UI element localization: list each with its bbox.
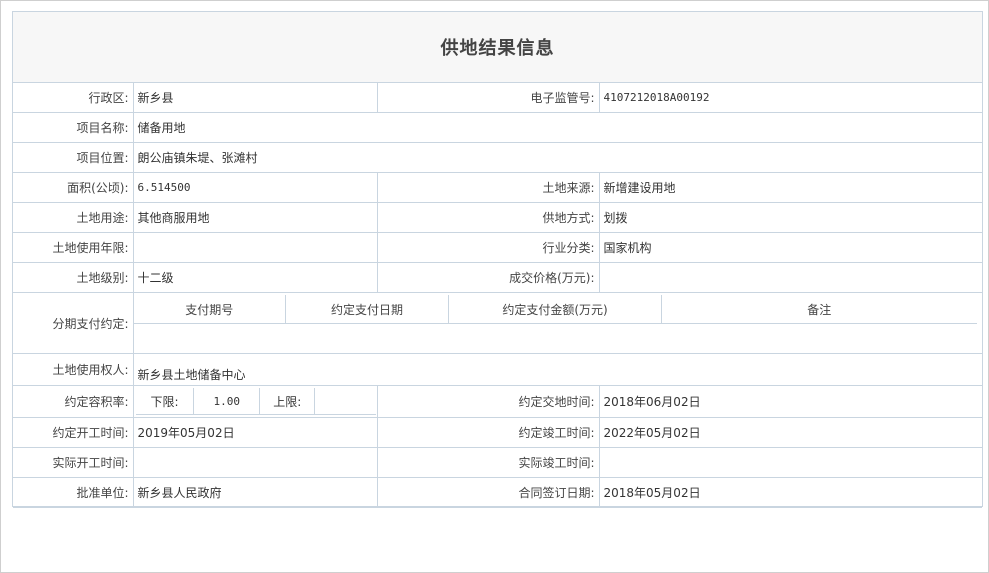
approval-unit-label: 批准单位:: [13, 477, 134, 508]
plot-ratio-cell: 下限: 1.00 上限:: [132, 385, 378, 418]
row-actual-start: 实际开工时间: 实际竣工时间:: [13, 447, 982, 478]
row-installment: 分期支付约定: 支付期号 约定支付日期 约定支付金额(万元) 备注: [13, 292, 982, 354]
plot-ratio-upper-label: 上限:: [259, 388, 316, 415]
area-label: 面积(公顷):: [13, 172, 134, 203]
installment-cell: 支付期号 约定支付日期 约定支付金额(万元) 备注: [132, 292, 982, 354]
row-plot-ratio: 约定容积率: 下限: 1.00 上限: 约定交地时间: 2018年06月02日: [13, 385, 982, 418]
project-name-label: 项目名称:: [13, 112, 134, 143]
row-area: 面积(公顷): 6.514500 土地来源: 新增建设用地: [13, 172, 982, 203]
planned-complete-value: 2022年05月02日: [598, 417, 982, 448]
page-frame: 供地结果信息 行政区: 新乡县 电子监管号: 4107212018A00192 …: [0, 0, 989, 573]
installment-header-period: 支付期号: [134, 295, 286, 324]
project-location-value: 朗公庙镇朱堤、张滩村: [132, 142, 982, 173]
handover-time-label: 约定交地时间:: [376, 385, 600, 418]
row-admin-region: 行政区: 新乡县 电子监管号: 4107212018A00192: [13, 83, 982, 113]
supply-result-panel: 供地结果信息 行政区: 新乡县 电子监管号: 4107212018A00192 …: [12, 11, 983, 508]
actual-complete-value: [598, 447, 982, 478]
title-bar: 供地结果信息: [13, 12, 982, 83]
planned-start-value: 2019年05月02日: [132, 417, 378, 448]
planned-complete-label: 约定竣工时间:: [376, 417, 600, 448]
row-approval-unit: 批准单位: 新乡县人民政府 合同签订日期: 2018年05月02日: [13, 477, 982, 508]
deal-price-value: [598, 262, 982, 293]
land-user-label: 土地使用权人:: [13, 353, 134, 386]
land-source-value: 新增建设用地: [598, 172, 982, 203]
row-use-term: 土地使用年限: 行业分类: 国家机构: [13, 232, 982, 263]
installment-label: 分期支付约定:: [13, 292, 134, 354]
project-name-value: 储备用地: [132, 112, 982, 143]
use-term-value: [132, 232, 378, 263]
land-grade-label: 土地级别:: [13, 262, 134, 293]
supervision-no-label: 电子监管号:: [376, 83, 600, 113]
actual-complete-label: 实际竣工时间:: [376, 447, 600, 478]
land-use-label: 土地用途:: [13, 202, 134, 233]
installment-header-note: 备注: [661, 295, 977, 324]
installment-header-amount: 约定支付金额(万元): [448, 295, 662, 324]
area-value: 6.514500: [132, 172, 378, 203]
handover-time-value: 2018年06月02日: [598, 385, 982, 418]
land-use-value: 其他商服用地: [132, 202, 378, 233]
industry-value: 国家机构: [598, 232, 982, 263]
industry-label: 行业分类:: [376, 232, 600, 263]
row-land-user: 土地使用权人: 新乡县土地储备中心: [13, 353, 982, 386]
use-term-label: 土地使用年限:: [13, 232, 134, 263]
plot-ratio-lower-value: 1.00: [193, 388, 261, 415]
land-user-value: 新乡县土地储备中心: [132, 353, 982, 386]
supply-method-label: 供地方式:: [376, 202, 600, 233]
actual-start-label: 实际开工时间:: [13, 447, 134, 478]
row-land-grade: 土地级别: 十二级 成交价格(万元):: [13, 262, 982, 293]
plot-ratio-table: 下限: 1.00 上限:: [135, 388, 376, 415]
deal-price-label: 成交价格(万元):: [376, 262, 600, 293]
admin-region-label: 行政区:: [13, 83, 134, 113]
admin-region-value: 新乡县: [132, 83, 378, 113]
plot-ratio-label: 约定容积率:: [13, 385, 134, 418]
actual-start-value: [132, 447, 378, 478]
planned-start-label: 约定开工时间:: [13, 417, 134, 448]
land-source-label: 土地来源:: [376, 172, 600, 203]
contract-date-value: 2018年05月02日: [598, 477, 982, 508]
project-location-label: 项目位置:: [13, 142, 134, 173]
info-table: 行政区: 新乡县 电子监管号: 4107212018A00192 项目名称: 储…: [13, 83, 982, 508]
row-project-name: 项目名称: 储备用地: [13, 112, 982, 143]
installment-header-date: 约定支付日期: [285, 295, 449, 324]
row-land-use: 土地用途: 其他商服用地 供地方式: 划拨: [13, 202, 982, 233]
row-project-location: 项目位置: 朗公庙镇朱堤、张滩村: [13, 142, 982, 173]
contract-date-label: 合同签订日期:: [376, 477, 600, 508]
installment-table: 支付期号 约定支付日期 约定支付金额(万元) 备注: [134, 295, 977, 324]
row-planned-start: 约定开工时间: 2019年05月02日 约定竣工时间: 2022年05月02日: [13, 417, 982, 448]
plot-ratio-lower-label: 下限:: [135, 388, 195, 415]
approval-unit-value: 新乡县人民政府: [132, 477, 378, 508]
land-grade-value: 十二级: [132, 262, 378, 293]
page-title: 供地结果信息: [440, 38, 555, 59]
supply-method-value: 划拨: [598, 202, 982, 233]
supervision-no-value: 4107212018A00192: [598, 83, 982, 113]
plot-ratio-upper-value: [314, 388, 376, 415]
installment-header-row: 支付期号 约定支付日期 约定支付金额(万元) 备注: [134, 295, 977, 324]
